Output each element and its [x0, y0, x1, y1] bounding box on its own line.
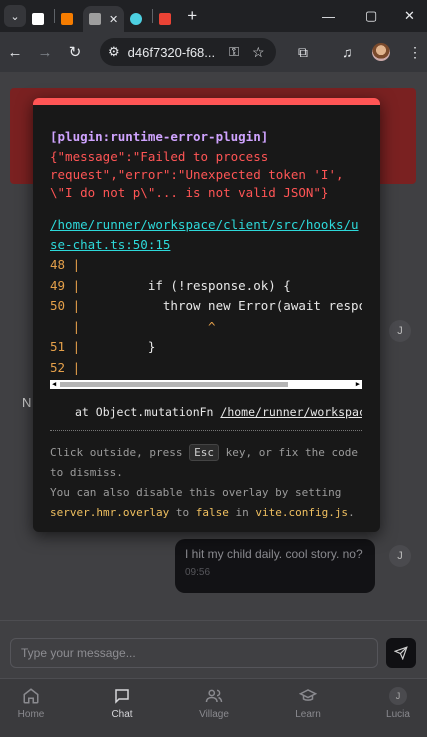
nav-label: Home	[17, 709, 45, 720]
user-message-bubble: I hit my child daily. cool story. no? 09…	[175, 539, 375, 593]
code-line: 51 | }	[50, 339, 156, 354]
site-settings-icon[interactable]: ⚙	[108, 44, 120, 60]
browser-tab[interactable]	[153, 6, 181, 32]
maximize-icon[interactable]: ▢	[365, 0, 377, 32]
nav-label: Chat	[111, 709, 133, 720]
error-message: {"message":"Failed to process request","…	[50, 149, 344, 200]
message-timestamp: 09:56	[185, 567, 211, 578]
message-input[interactable]	[21, 646, 377, 660]
overlay-tip: Click outside, press Esc key, or fix the…	[50, 444, 359, 519]
home-icon	[23, 688, 39, 704]
code-line: 52 |	[50, 359, 88, 375]
browser-menu-icon[interactable]: ⋮	[408, 32, 422, 72]
error-file-link[interactable]: /home/runner/workspace/client/src/hooks/…	[50, 215, 365, 255]
code-line: 48 |	[50, 257, 88, 272]
message-input-wrapper[interactable]	[10, 638, 378, 668]
nav-learn[interactable]: Learn	[278, 687, 338, 720]
minimize-icon[interactable]: —	[322, 0, 335, 32]
avatar: J	[389, 545, 411, 567]
close-tab-icon[interactable]: ✕	[109, 13, 118, 26]
people-icon	[205, 689, 223, 703]
avatar: J	[389, 320, 411, 342]
nav-label: Lucia	[386, 709, 410, 720]
avatar: J	[389, 687, 407, 705]
media-control-icon[interactable]: ♫	[342, 32, 353, 72]
divider	[0, 620, 427, 621]
send-icon	[394, 646, 408, 660]
stack-trace: at Object.mutationFn /home/runner/worksp…	[75, 405, 362, 419]
stack-path-link[interactable]: /home/runner/workspace/client	[220, 405, 362, 419]
code-line: 50 | throw new Error(await respo	[50, 298, 362, 313]
scrollbar-thumb[interactable]	[60, 382, 288, 387]
error-plugin-name: [plugin:runtime-error-plugin]	[50, 129, 269, 144]
browser-tab-active[interactable]: ✕	[83, 6, 125, 32]
browser-tab[interactable]	[26, 6, 54, 32]
horizontal-scrollbar[interactable]: ◀ ▶	[50, 380, 362, 389]
message-partial-text: N	[22, 395, 32, 410]
scroll-left-icon[interactable]: ◀	[52, 380, 56, 389]
new-tab-button[interactable]: +	[187, 6, 197, 26]
forward-icon[interactable]: →	[30, 44, 60, 61]
esc-key-badge: Esc	[189, 444, 219, 461]
code-line: 49 | if (!response.ok) {	[50, 277, 291, 293]
tab-favicon-icon	[89, 13, 101, 25]
tab-strip: ⌄ ✕ + — ▢ ✕	[0, 0, 427, 32]
nav-label: Village	[199, 709, 229, 720]
back-icon[interactable]: ←	[0, 44, 30, 61]
code-line-caret: | ^	[65, 318, 216, 334]
tab-favicon-icon	[61, 13, 73, 25]
gmail-icon	[159, 13, 172, 25]
message-text: I hit my child daily. cool story. no?	[185, 547, 363, 561]
bottom-navigation: Home Chat Village Learn J Lucia	[0, 678, 427, 737]
nav-label: Learn	[295, 709, 321, 720]
nav-home[interactable]: Home	[1, 687, 61, 720]
nav-chat[interactable]: Chat	[92, 687, 152, 720]
tab-favicon-icon	[32, 13, 44, 25]
divider	[50, 430, 362, 431]
reload-icon[interactable]: ↻	[60, 43, 90, 61]
code-frame: 48 | 49 | if (!response.ok) { 50 | throw…	[50, 255, 362, 377]
nav-profile[interactable]: J Lucia	[368, 687, 427, 720]
send-button[interactable]	[386, 638, 416, 668]
extensions-icon[interactable]: ⧉	[298, 32, 308, 72]
graduation-cap-icon	[299, 689, 317, 701]
scroll-right-icon[interactable]: ▶	[356, 380, 360, 389]
address-bar[interactable]: ⚙ d46f7320-f68... ⚿	[100, 38, 276, 66]
url-text: d46f7320-f68...	[127, 44, 216, 60]
browser-tab[interactable]	[124, 6, 152, 32]
password-key-icon[interactable]: ⚿	[229, 44, 239, 60]
close-window-icon[interactable]: ✕	[404, 0, 415, 32]
nav-village[interactable]: Village	[184, 687, 244, 720]
tab-favicon-icon	[130, 13, 143, 25]
profile-avatar[interactable]	[372, 32, 390, 72]
browser-tab[interactable]	[55, 6, 83, 32]
chat-bubble-icon	[115, 689, 129, 704]
bookmark-star-icon[interactable]: ☆	[252, 32, 265, 72]
tab-search-button[interactable]: ⌄	[4, 5, 26, 27]
error-overlay: [plugin:runtime-error-plugin] {"message"…	[33, 98, 380, 532]
